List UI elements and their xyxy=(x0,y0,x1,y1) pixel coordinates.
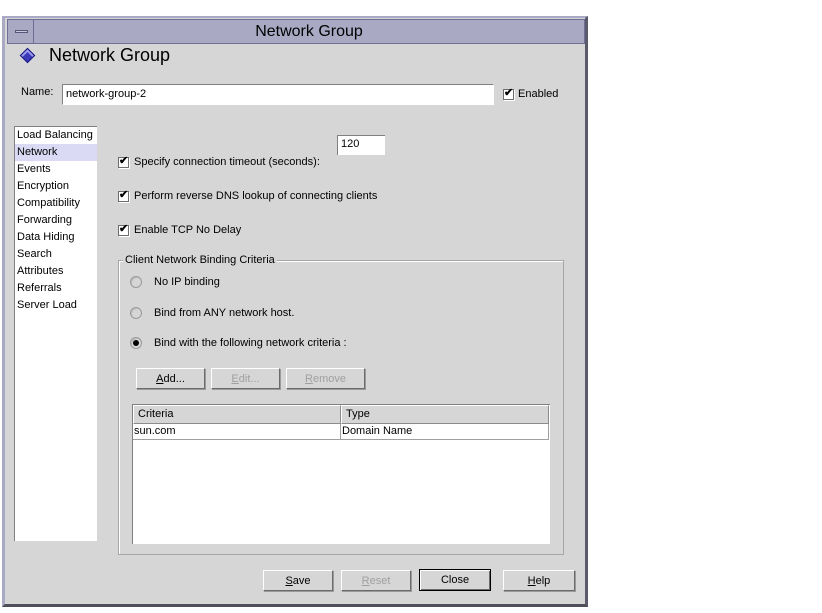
edit-mnemonic: E xyxy=(231,372,239,385)
help-label: elp xyxy=(535,574,551,587)
column-header-type[interactable]: Type xyxy=(341,405,549,424)
table-cell-type[interactable]: Domain Name xyxy=(341,424,549,440)
timeout-label: Specify connection timeout (seconds): xyxy=(134,156,320,168)
sidebar-item-network[interactable]: Network xyxy=(15,144,97,161)
add-mnemonic: A xyxy=(156,372,164,385)
checkbox-icon[interactable]: ✔ xyxy=(118,222,129,236)
save-label: ave xyxy=(292,574,311,587)
close-label: Close xyxy=(440,574,470,586)
help-button[interactable]: Help xyxy=(503,570,575,591)
tcp-nodelay-checkbox[interactable]: ✔ Enable TCP No Delay xyxy=(118,222,242,236)
name-input[interactable]: network-group-2 xyxy=(62,84,494,105)
timeout-checkbox[interactable]: ✔ Specify connection timeout (seconds): xyxy=(118,154,320,168)
title-bar[interactable]: Network Group xyxy=(7,19,585,44)
sidebar-item-attributes[interactable]: Attributes xyxy=(15,263,97,280)
checkbox-icon[interactable]: ✔ xyxy=(118,188,129,202)
remove-label: emove xyxy=(312,372,346,385)
edit-label: dit... xyxy=(238,372,260,385)
checkbox-icon[interactable]: ✔ xyxy=(503,86,514,100)
window-menu-icon xyxy=(15,30,28,33)
sidebar-item-search[interactable]: Search xyxy=(15,246,97,263)
sidebar-item-events[interactable]: Events xyxy=(15,161,97,178)
diamond-icon xyxy=(19,47,36,63)
radio-selected-icon[interactable] xyxy=(130,337,142,349)
save-button[interactable]: Save xyxy=(263,570,333,591)
close-button[interactable]: Close xyxy=(419,569,491,591)
reverse-dns-checkbox[interactable]: ✔ Perform reverse DNS lookup of connecti… xyxy=(118,188,378,202)
enabled-label: Enabled xyxy=(518,88,559,100)
binding-criteria-title: Client Network Binding Criteria xyxy=(123,254,277,266)
enabled-checkbox[interactable]: ✔ Enabled xyxy=(503,86,559,100)
table-header: Criteria Type xyxy=(133,405,550,424)
sidebar-item-server-load[interactable]: Server Load xyxy=(15,297,97,314)
help-mnemonic: H xyxy=(527,574,536,587)
window-menu-button[interactable] xyxy=(8,20,34,43)
sidebar-item-compatibility[interactable]: Compatibility xyxy=(15,195,97,212)
sidebar-list[interactable]: Load Balancing Network Events Encryption… xyxy=(14,126,97,541)
check-icon: ✔ xyxy=(119,154,129,167)
column-header-criteria[interactable]: Criteria xyxy=(133,405,341,424)
reverse-dns-label: Perform reverse DNS lookup of connecting… xyxy=(134,190,378,202)
sidebar-item-referrals[interactable]: Referrals xyxy=(15,280,97,297)
reset-mnemonic: R xyxy=(361,574,370,587)
table-row[interactable]: sun.com Domain Name xyxy=(133,424,550,440)
timeout-input[interactable]: 120 xyxy=(337,135,385,155)
check-icon: ✔ xyxy=(119,222,129,235)
name-label: Name: xyxy=(21,86,54,98)
radio-icon[interactable] xyxy=(130,276,142,288)
criteria-table[interactable]: Criteria Type sun.com Domain Name xyxy=(132,404,550,544)
radio-label: Bind from ANY network host. xyxy=(154,307,295,319)
tcp-nodelay-label: Enable TCP No Delay xyxy=(134,224,242,236)
sidebar-item-encryption[interactable]: Encryption xyxy=(15,178,97,195)
check-icon: ✔ xyxy=(119,188,129,201)
checkbox-icon[interactable]: ✔ xyxy=(118,154,129,168)
remove-button[interactable]: Remove xyxy=(286,368,365,389)
add-button[interactable]: Add... xyxy=(136,368,205,389)
radio-no-ip-binding[interactable]: No IP binding xyxy=(130,276,220,288)
radio-label: Bind with the following network criteria… xyxy=(154,337,347,349)
window-title: Network Group xyxy=(255,23,363,40)
reset-button[interactable]: Reset xyxy=(341,570,411,591)
radio-label: No IP binding xyxy=(154,276,220,288)
sidebar-item-data-hiding[interactable]: Data Hiding xyxy=(15,229,97,246)
remove-mnemonic: R xyxy=(305,372,313,385)
radio-bind-criteria[interactable]: Bind with the following network criteria… xyxy=(130,337,347,349)
check-icon: ✔ xyxy=(504,86,514,99)
page-title: Network Group xyxy=(49,44,171,65)
sidebar-item-load-balancing[interactable]: Load Balancing xyxy=(15,127,97,144)
edit-button[interactable]: Edit... xyxy=(211,368,280,389)
radio-bind-any-host[interactable]: Bind from ANY network host. xyxy=(130,307,294,319)
sidebar-item-forwarding[interactable]: Forwarding xyxy=(15,212,97,229)
save-mnemonic: S xyxy=(285,574,293,587)
radio-icon[interactable] xyxy=(130,307,142,319)
reset-label: eset xyxy=(369,574,391,587)
page-heading: Network Group xyxy=(18,44,170,66)
table-cell-criteria[interactable]: sun.com xyxy=(133,424,341,440)
add-label: dd... xyxy=(163,372,185,385)
